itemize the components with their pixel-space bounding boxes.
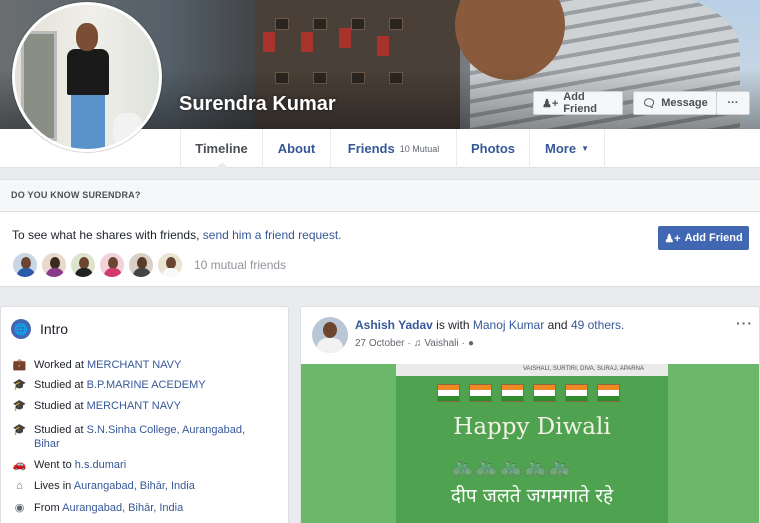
graduation-cap-icon: 🎓 bbox=[12, 424, 27, 436]
intro-work-row: 💼 Worked at MERCHANT NAVY bbox=[12, 359, 182, 371]
post-card: Ashish Yadav is with Manoj Kumar and 49 … bbox=[300, 306, 760, 523]
add-friend-button[interactable]: ♟+ Add Friend bbox=[533, 91, 623, 115]
prompt-heading: DO YOU KNOW SURENDRA? bbox=[0, 180, 760, 212]
mutual-friend-avatar[interactable] bbox=[128, 252, 154, 278]
friend-request-prompt: DO YOU KNOW SURENDRA? To see what he sha… bbox=[0, 179, 760, 287]
bicycle-icons: 🚲🚲🚲🚲🚲 bbox=[451, 456, 574, 476]
intro-link[interactable]: MERCHANT NAVY bbox=[87, 359, 181, 371]
message-button[interactable]: 🗨 Message bbox=[633, 91, 717, 115]
post-date-link[interactable]: 27 October bbox=[355, 338, 404, 349]
briefcase-icon: 💼 bbox=[12, 359, 27, 371]
messenger-icon: 🗨 bbox=[642, 97, 657, 110]
tagged-friend-link[interactable]: Manoj Kumar bbox=[473, 318, 544, 332]
mutual-friend-avatar[interactable] bbox=[70, 252, 96, 278]
intro-lives-row: ⌂ Lives in Aurangabad, Bihār, India bbox=[11, 479, 195, 493]
mutual-friend-avatar[interactable] bbox=[41, 252, 67, 278]
intro-from-row: ◉ From Aurangabad, Bihār, India bbox=[11, 501, 184, 515]
add-friend-icon: ♟+ bbox=[542, 97, 559, 110]
globe-icon: 🌐 bbox=[11, 319, 31, 339]
others-link[interactable]: 49 others. bbox=[571, 318, 624, 332]
add-friend-icon: ♟+ bbox=[664, 232, 681, 245]
intro-link[interactable]: Aurangabad, Bihār, India bbox=[74, 480, 195, 492]
tab-about[interactable]: About bbox=[262, 129, 330, 168]
car-icon: 🚗 bbox=[12, 459, 27, 471]
flags-decoration bbox=[437, 384, 620, 402]
image-headline: Happy Diwali bbox=[453, 414, 611, 440]
graduation-cap-icon: 🎓 bbox=[12, 379, 27, 391]
mutual-count-badge: 10 Mutual bbox=[399, 143, 440, 154]
tab-more[interactable]: More ▼ bbox=[529, 129, 605, 168]
add-friend-primary-button[interactable]: ♟+ Add Friend bbox=[658, 226, 749, 250]
intro-card: 🌐 Intro 💼 Worked at MERCHANT NAVY 🎓 Stud… bbox=[0, 306, 289, 523]
mutual-friend-avatar[interactable] bbox=[12, 252, 38, 278]
public-globe-icon: ● bbox=[467, 338, 474, 349]
image-caption-tag: VAISHALI, SURTIRI, DIVA, SURAJ, APARNA bbox=[523, 366, 644, 372]
intro-link[interactable]: h.s.dumari bbox=[75, 459, 126, 471]
send-friend-request-link[interactable]: send him a friend request. bbox=[203, 228, 342, 242]
post-header: Ashish Yadav is with Manoj Kumar and 49 … bbox=[355, 318, 625, 332]
home-icon: ⌂ bbox=[16, 480, 23, 492]
intro-education-row: 🎓 Studied at MERCHANT NAVY bbox=[12, 400, 181, 412]
post-meta: 27 October · ♫ Vaishali · ● bbox=[355, 338, 474, 349]
mutual-friends-count[interactable]: 10 mutual friends bbox=[194, 258, 286, 272]
intro-link[interactable]: Aurangabad, Bihār, India bbox=[62, 502, 183, 514]
image-hindi-text: दीप जलते जगमगाते रहे bbox=[450, 485, 614, 507]
prompt-text: To see what he shares with friends, send… bbox=[12, 228, 342, 242]
post-image[interactable]: VAISHALI, SURTIRI, DIVA, SURAJ, APARNA H… bbox=[301, 364, 759, 523]
intro-link[interactable]: MERCHANT NAVY bbox=[87, 400, 181, 412]
caret-down-icon: ▼ bbox=[581, 144, 589, 153]
profile-name[interactable]: Surendra Kumar bbox=[179, 93, 336, 116]
music-note-icon: ♫ bbox=[413, 338, 422, 349]
tab-timeline[interactable]: Timeline bbox=[180, 129, 262, 169]
tab-friends[interactable]: Friends 10 Mutual bbox=[330, 129, 456, 168]
intro-travel-row: 🚗 Went to h.s.dumari bbox=[12, 459, 127, 471]
post-options-icon[interactable]: ··· bbox=[736, 315, 753, 331]
post-location-link[interactable]: Vaishali bbox=[424, 338, 458, 349]
location-pin-icon: ◉ bbox=[14, 502, 25, 514]
mutual-friend-avatar[interactable] bbox=[99, 252, 125, 278]
intro-education-row: 🎓 Studied at S.N.Sinha College, Aurangab… bbox=[12, 424, 245, 450]
graduation-cap-icon: 🎓 bbox=[12, 400, 27, 412]
post-author-link[interactable]: Ashish Yadav bbox=[355, 318, 433, 332]
profile-picture[interactable] bbox=[12, 2, 162, 152]
intro-title: 🌐 Intro bbox=[11, 319, 68, 339]
more-options-button[interactable]: ··· bbox=[716, 91, 750, 115]
tab-photos[interactable]: Photos bbox=[456, 129, 529, 168]
intro-link[interactable]: B.P.MARINE ACEDEMY bbox=[87, 379, 206, 391]
intro-education-row: 🎓 Studied at B.P.MARINE ACEDEMY bbox=[12, 379, 206, 391]
mutual-friend-avatar[interactable] bbox=[157, 252, 183, 278]
mutual-friends-row: 10 mutual friends bbox=[12, 252, 286, 278]
post-author-avatar[interactable] bbox=[312, 317, 348, 353]
